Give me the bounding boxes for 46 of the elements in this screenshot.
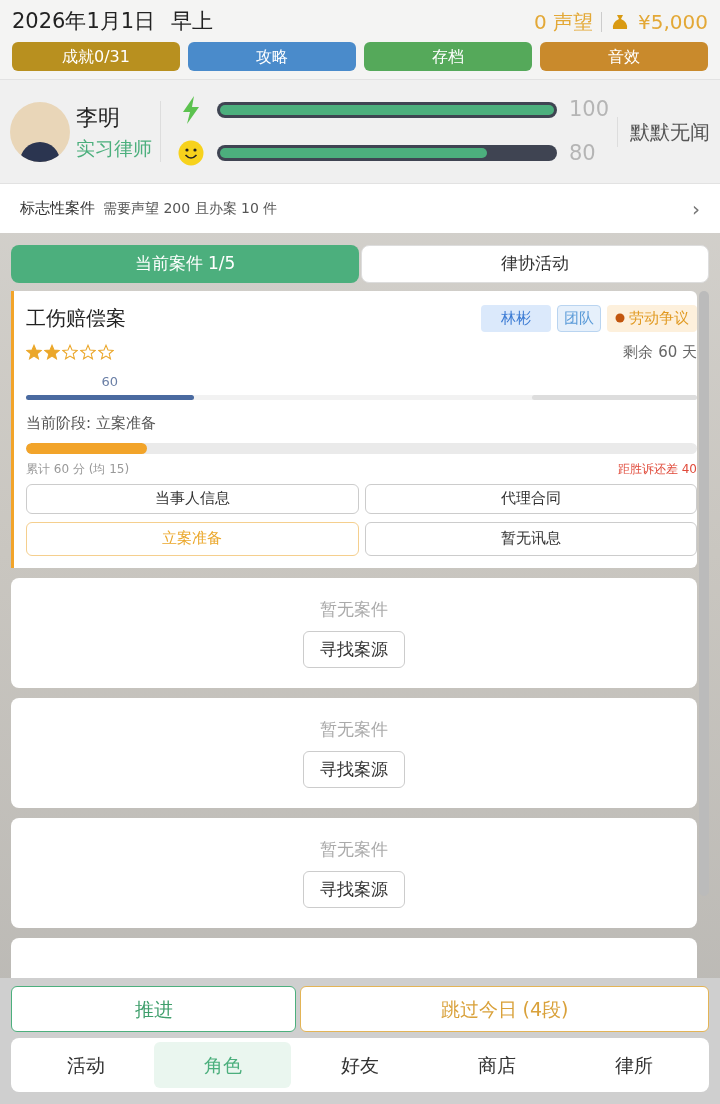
nav-tab[interactable]: 律所 (565, 1042, 703, 1088)
find-case-button[interactable]: 寻找案源 (303, 870, 405, 908)
case-tag: 林彬 (481, 304, 551, 332)
case-action-button[interactable]: 当事人信息 (26, 483, 359, 514)
time-of-day-text: 早上 (171, 8, 214, 36)
chevron-text: › (692, 195, 700, 223)
score-value: 60 (101, 372, 119, 391)
nav-tab[interactable]: 活动 (17, 1042, 155, 1088)
case-title: 工伤赔偿案 (26, 305, 126, 332)
case-action-button[interactable]: 暂无讯息 (364, 521, 697, 556)
money-bag-icon (610, 12, 630, 32)
nav-tab[interactable]: 好友 (291, 1042, 429, 1088)
total-score-text: 累计 60 分 (均 15) (26, 460, 130, 478)
find-case-button[interactable]: 寻找案源 (303, 630, 405, 668)
milestone-banner[interactable]: 标志性案件 需要声望 200 且办案 10 件 › (0, 183, 720, 233)
milestone-requirement: 需要声望 200 且办案 10 件 (103, 199, 278, 218)
reputation-text: 0 声望 (533, 9, 593, 36)
date-text: 2026年1月1日 (12, 8, 156, 36)
case-action-button[interactable]: 代理合同 (364, 483, 697, 514)
empty-case-text: 暂无案件 (320, 838, 388, 862)
tab[interactable]: 律协活动 (361, 245, 709, 283)
dot-icon (615, 313, 625, 323)
remaining-days: 剩余 60 天 (623, 341, 697, 364)
empty-case-text: 暂无案件 (320, 718, 388, 742)
star-icon (62, 344, 78, 361)
find-case-button[interactable]: 寻找案源 (303, 750, 405, 788)
nav-tab[interactable]: 商店 (428, 1042, 566, 1088)
empty-case-text: 暂无案件 (320, 598, 388, 622)
menu-button[interactable]: 攻略 (188, 42, 356, 71)
lightning-icon (180, 94, 202, 125)
star-icon (98, 344, 114, 361)
stat-value: 80 (569, 139, 597, 167)
player-name: 李明 (76, 103, 121, 132)
milestone-label: 标志性案件 (20, 198, 95, 220)
smiley-icon (178, 140, 204, 167)
star-icon (80, 344, 96, 361)
star-icon (44, 344, 60, 361)
star-icon (26, 344, 42, 361)
stat-value: 100 (569, 96, 609, 123)
stage-text: 当前阶段: 立案准备 (26, 413, 157, 434)
win-gap-text: 距胜诉还差 40 (617, 460, 697, 478)
case-tag: 团队 (557, 304, 601, 332)
case-tag: 劳动争议 (607, 304, 697, 332)
money-text: ¥5,000 (638, 9, 708, 36)
player-title: 实习律师 (76, 135, 152, 161)
status-text: 默默无闻 (617, 116, 710, 147)
